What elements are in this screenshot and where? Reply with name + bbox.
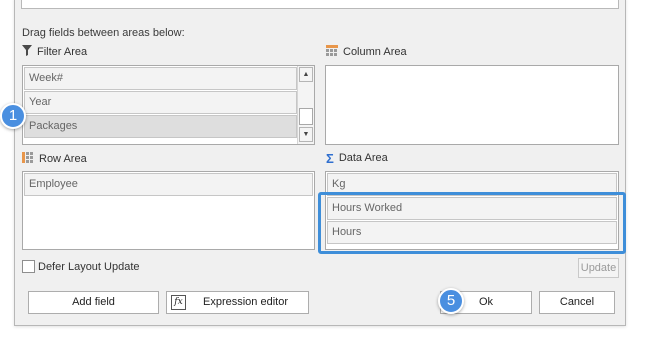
top-field-box xyxy=(21,0,619,9)
row-area-header: Row Area xyxy=(22,152,87,166)
row-field-employee[interactable]: Employee xyxy=(24,173,313,196)
filter-area-header: Filter Area xyxy=(22,45,87,59)
step-badge-5: 5 xyxy=(438,288,464,314)
filter-area-scrollbar[interactable]: ▲ ▼ xyxy=(297,66,314,144)
column-grid-icon xyxy=(326,45,338,59)
row-area-box[interactable]: Employee xyxy=(22,171,315,250)
filter-field-packages[interactable]: Packages xyxy=(24,115,297,138)
filter-funnel-icon xyxy=(22,45,32,59)
function-fx-icon: fx xyxy=(171,295,186,310)
add-field-button[interactable]: Add field xyxy=(28,291,159,314)
filter-area-label: Filter Area xyxy=(37,45,88,58)
pivot-field-list-dialog xyxy=(14,0,626,326)
step-badge-1: 1 xyxy=(0,103,26,129)
scroll-thumb[interactable] xyxy=(299,108,313,125)
filter-area-box[interactable]: Week# Year Packages xyxy=(22,65,315,145)
column-area-box[interactable] xyxy=(325,65,619,145)
defer-layout-checkbox[interactable] xyxy=(22,260,35,273)
filter-field-year[interactable]: Year xyxy=(24,91,297,114)
update-button[interactable]: Update xyxy=(578,258,619,278)
scroll-down-arrow-icon[interactable]: ▼ xyxy=(299,127,313,142)
cancel-button[interactable]: Cancel xyxy=(539,291,615,314)
column-area-header: Column Area xyxy=(326,45,407,59)
scroll-up-arrow-icon[interactable]: ▲ xyxy=(299,67,313,82)
sigma-icon: Σ xyxy=(326,150,334,166)
filter-field-week[interactable]: Week# xyxy=(24,67,297,90)
expression-editor-label: Expression editor xyxy=(203,296,288,308)
data-area-header: Σ Data Area xyxy=(326,150,388,166)
defer-layout-label: Defer Layout Update xyxy=(38,261,140,273)
expression-editor-button[interactable]: fx Expression editor xyxy=(166,291,309,314)
row-grid-icon xyxy=(22,152,34,166)
drag-hint-text: Drag fields between areas below: xyxy=(22,27,185,39)
data-fields-highlight xyxy=(318,192,626,254)
row-area-label: Row Area xyxy=(39,152,87,165)
column-area-label: Column Area xyxy=(343,45,407,58)
data-area-label: Data Area xyxy=(338,152,388,164)
